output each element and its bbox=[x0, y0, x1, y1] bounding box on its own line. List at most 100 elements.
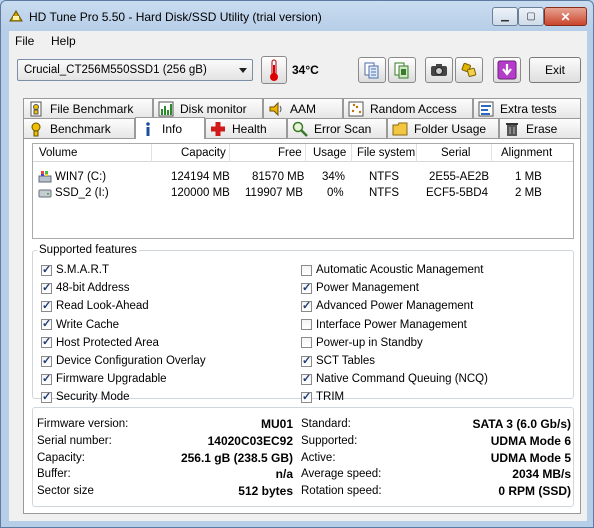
info-value-serial-number: 14020C03EC92 bbox=[207, 433, 293, 448]
save-button[interactable] bbox=[493, 57, 521, 83]
tab-label: Extra tests bbox=[500, 101, 557, 116]
trash-icon bbox=[506, 122, 518, 136]
feature-checkbox[interactable] bbox=[301, 319, 312, 331]
feature-label: Power Management bbox=[316, 282, 419, 295]
drive-dropdown-value: Crucial_CT256M550SSD1 (256 gB) bbox=[24, 64, 207, 76]
column-header-usage[interactable]: Usage bbox=[313, 147, 346, 159]
tab-disk-monitor[interactable]: Disk monitor bbox=[153, 98, 263, 118]
windows-drive-icon bbox=[38, 171, 52, 183]
feature-label: Read Look-Ahead bbox=[56, 300, 149, 313]
feature-label: Host Protected Area bbox=[56, 336, 159, 349]
volume-name: WIN7 (C:) bbox=[55, 171, 107, 183]
minimize-icon: ▁ bbox=[501, 11, 509, 22]
supported-features-group: Supported features S.M.A.R.T 48-bit Addre… bbox=[32, 244, 574, 403]
tab-label: Benchmark bbox=[50, 121, 111, 136]
column-header-free[interactable]: Free bbox=[278, 147, 302, 159]
volume-list[interactable]: Volume Capacity Free Usage File system S… bbox=[32, 143, 574, 239]
feature-trim: TRIM bbox=[301, 390, 344, 403]
tab-label: Info bbox=[162, 121, 183, 136]
column-header-serial[interactable]: Serial bbox=[441, 147, 470, 159]
feature-checkbox[interactable] bbox=[301, 390, 312, 403]
volume-capacity: 120000 MB bbox=[171, 187, 230, 199]
column-separator bbox=[416, 144, 417, 162]
minimize-button[interactable]: ▁ bbox=[492, 7, 518, 26]
info-value-sector-size: 512 bytes bbox=[238, 484, 293, 499]
menu-file[interactable]: File bbox=[15, 34, 34, 48]
feature-checkbox[interactable] bbox=[301, 281, 312, 294]
info-icon bbox=[146, 121, 150, 136]
temperature-button[interactable] bbox=[261, 56, 287, 84]
client-area: File Help Crucial_CT256M550SSD1 (256 gB)… bbox=[9, 31, 587, 521]
tab-label: Error Scan bbox=[314, 121, 372, 136]
info-label-rotation-speed: Rotation speed: bbox=[301, 485, 382, 498]
menu-help[interactable]: Help bbox=[51, 34, 76, 48]
toolbar: Crucial_CT256M550SSD1 (256 gB) 34°C Exit bbox=[9, 51, 587, 91]
feature-checkbox[interactable] bbox=[301, 337, 312, 349]
column-header-capacity[interactable]: Capacity bbox=[181, 147, 226, 159]
feature-checkbox[interactable] bbox=[301, 264, 312, 276]
info-label-capacity: Capacity: bbox=[37, 451, 85, 464]
tab-error-scan[interactable]: Error Scan bbox=[287, 118, 387, 138]
feature-checkbox[interactable] bbox=[41, 263, 52, 276]
tab-label: File Benchmark bbox=[50, 101, 134, 116]
tab-info[interactable]: Info bbox=[135, 117, 205, 139]
column-header-file-system[interactable]: File system bbox=[357, 147, 415, 159]
feature-checkbox[interactable] bbox=[41, 390, 52, 403]
tab-health[interactable]: Health bbox=[205, 118, 287, 138]
drive-info-box: Firmware version: MU01 Serial number: 14020… bbox=[32, 407, 574, 507]
feature-checkbox[interactable] bbox=[41, 299, 52, 312]
drive-dropdown[interactable]: Crucial_CT256M550SSD1 (256 gB) bbox=[17, 59, 253, 81]
column-header-volume[interactable]: Volume bbox=[39, 147, 77, 159]
tab-benchmark[interactable]: Benchmark bbox=[23, 118, 135, 138]
info-value-active: UDMA Mode 5 bbox=[490, 450, 571, 465]
tab-aam[interactable]: AAM bbox=[263, 98, 343, 118]
tab-erase[interactable]: Erase bbox=[499, 118, 581, 138]
info-label-sector-size: Sector size bbox=[37, 485, 94, 498]
volume-usage: 34% bbox=[322, 171, 346, 183]
supported-features-legend: Supported features bbox=[39, 244, 137, 256]
info-value-average-speed: 2034 MB/s bbox=[512, 467, 571, 482]
info-value-capacity: 256.1 gB (238.5 GB) bbox=[180, 450, 293, 465]
feature-checkbox[interactable] bbox=[301, 354, 312, 367]
info-value-buffer: n/a bbox=[275, 467, 293, 482]
feature-write-cache: Write Cache bbox=[41, 317, 120, 331]
options-button[interactable] bbox=[455, 57, 483, 83]
feature-checkbox[interactable] bbox=[301, 372, 312, 385]
table-row[interactable]: SSD_2 (I:) 120000 MB 119907 MB 0% NTFS E… bbox=[33, 186, 573, 202]
copy-text-button[interactable] bbox=[358, 57, 386, 83]
title-bar[interactable]: HD Tune Pro 5.50 - Hard Disk/SSD Utility… bbox=[1, 1, 593, 31]
feature-label: Automatic Acoustic Management bbox=[316, 264, 484, 276]
maximize-icon: ▢ bbox=[526, 11, 536, 22]
feature-checkbox[interactable] bbox=[41, 372, 52, 385]
tab-label: Folder Usage bbox=[414, 121, 487, 136]
feature-checkbox[interactable] bbox=[301, 299, 312, 312]
feature-label: Power-up in Standby bbox=[316, 336, 423, 349]
feature-label: Write Cache bbox=[56, 318, 120, 331]
tab-extra-tests[interactable]: Extra tests bbox=[473, 98, 581, 118]
feature-label: SCT Tables bbox=[316, 355, 376, 367]
feature-checkbox[interactable] bbox=[41, 281, 52, 294]
feature-power-management: Power Management bbox=[301, 281, 419, 295]
info-label-active: Active: bbox=[301, 451, 336, 464]
maximize-button[interactable]: ▢ bbox=[518, 7, 544, 26]
column-header-alignment[interactable]: Alignment bbox=[501, 147, 552, 159]
copy-screenshot-button[interactable] bbox=[388, 57, 416, 83]
tab-random-access[interactable]: Random Access bbox=[343, 98, 473, 118]
close-button[interactable]: ✕ bbox=[544, 7, 587, 26]
feature-checkbox[interactable] bbox=[41, 354, 52, 367]
tab-folder-usage[interactable]: Folder Usage bbox=[387, 118, 499, 138]
feature-checkbox[interactable] bbox=[41, 317, 52, 331]
feature-label: Advanced Power Management bbox=[316, 300, 474, 313]
copy-screenshot-icon bbox=[394, 62, 409, 79]
info-value-rotation-speed: 0 RPM (SSD) bbox=[498, 484, 571, 499]
tab-label: Random Access bbox=[370, 101, 457, 116]
table-row[interactable]: WIN7 (C:) 124194 MB 81570 MB 34% NTFS 2E… bbox=[33, 170, 573, 186]
feature-read-look-ahead: Read Look-Ahead bbox=[41, 299, 149, 313]
exit-button[interactable]: Exit bbox=[529, 57, 581, 83]
tab-file-benchmark[interactable]: File Benchmark bbox=[23, 98, 153, 118]
speaker-icon bbox=[269, 101, 282, 116]
screenshot-button[interactable] bbox=[425, 57, 453, 83]
volume-list-header: Volume Capacity Free Usage File system S… bbox=[33, 144, 573, 162]
hd-tune-app-icon bbox=[9, 10, 23, 22]
feature-checkbox[interactable] bbox=[41, 335, 52, 349]
